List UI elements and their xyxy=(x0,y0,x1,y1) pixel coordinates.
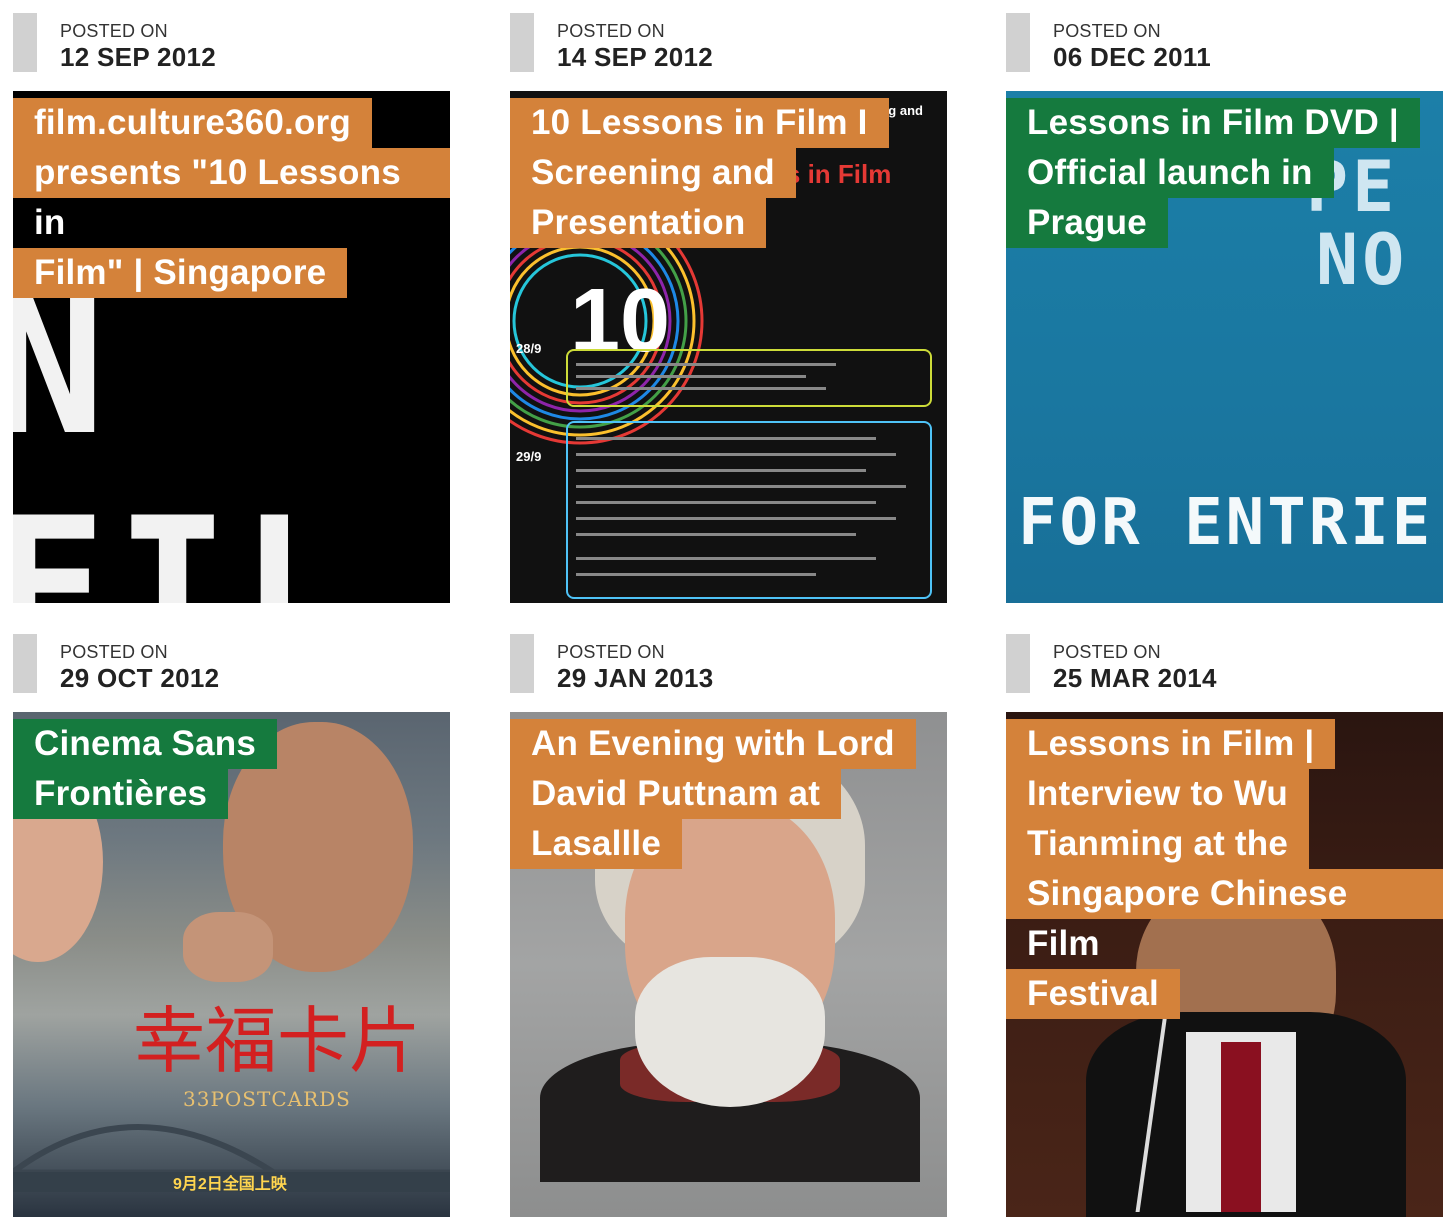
post-card[interactable]: POSTED ON 29 JAN 2013 An Evening with Lo… xyxy=(510,634,947,1217)
poster-text-line xyxy=(576,453,896,456)
post-date: 25 MAR 2014 xyxy=(1053,663,1217,693)
post-card[interactable]: POSTED ON 06 DEC 2011 PE NO FOR ENTRIE L… xyxy=(1006,13,1443,603)
date-accent-bar xyxy=(13,634,37,693)
posted-on-label: POSTED ON xyxy=(60,21,168,41)
post-card[interactable]: POSTED ON 14 SEP 2012 10 360.org and ns … xyxy=(510,13,947,603)
poster-release-text: 9月2日全国上映 xyxy=(173,1176,287,1193)
poster-day-2: 29/9 xyxy=(516,449,542,464)
photo-figure xyxy=(1221,1042,1261,1212)
poster-text-line xyxy=(576,387,826,390)
date-accent-bar xyxy=(13,13,37,72)
post-title-line[interactable]: Prague xyxy=(1006,198,1168,248)
post-thumbnail[interactable]: 10 360.org and ns in Film 28/9 29/9 xyxy=(510,91,947,603)
post-title-line[interactable]: David Puttnam at xyxy=(510,769,842,819)
poster-text-line xyxy=(576,517,896,520)
post-title-line[interactable]: presents "10 Lessons in xyxy=(13,148,450,242)
poster-text-line xyxy=(576,533,856,536)
post-date: 29 JAN 2013 xyxy=(557,663,714,693)
poster-text-line xyxy=(576,557,876,560)
post-card[interactable]: POSTED ON 29 OCT 2012 幸福卡片 33POSTCARDS 9… xyxy=(13,634,450,1217)
post-title-line[interactable]: Festival xyxy=(1006,969,1180,1019)
poster-text-line xyxy=(576,469,866,472)
image-text: N FIL xyxy=(13,256,365,603)
post-title[interactable]: Lessons in Film | Interview to Wu Tianmi… xyxy=(1006,719,1443,1019)
posted-on: POSTED ON 29 JAN 2013 xyxy=(510,634,947,694)
post-title-line[interactable]: Official launch in xyxy=(1006,148,1334,198)
posted-on: POSTED ON 14 SEP 2012 xyxy=(510,13,947,73)
post-title[interactable]: 10 Lessons in Film I Screening and Prese… xyxy=(510,98,889,248)
post-title-line[interactable]: Film" | Singapore xyxy=(13,248,348,298)
post-card[interactable]: POSTED ON 25 MAR 2014 Lessons in Film | … xyxy=(1006,634,1443,1217)
date-accent-bar xyxy=(510,634,534,693)
poster-day-1: 28/9 xyxy=(516,341,542,356)
post-card[interactable]: POSTED ON 12 SEP 2012 N FIL film.culture… xyxy=(13,13,450,603)
post-title-line[interactable]: Tianming at the xyxy=(1006,819,1309,869)
poster-figure xyxy=(183,912,273,982)
post-thumbnail[interactable]: An Evening with Lord David Puttnam at La… xyxy=(510,712,947,1217)
post-title[interactable]: An Evening with Lord David Puttnam at La… xyxy=(510,719,916,869)
banner-text: FOR ENTRIE xyxy=(1018,486,1434,560)
posted-on-label: POSTED ON xyxy=(557,21,665,41)
posts-grid: POSTED ON 12 SEP 2012 N FIL film.culture… xyxy=(0,0,1454,1217)
poster-text-line xyxy=(576,573,816,576)
posted-on-label: POSTED ON xyxy=(557,642,665,662)
post-thumbnail[interactable]: PE NO FOR ENTRIE Lessons in Film DVD | O… xyxy=(1006,91,1443,603)
date-accent-bar xyxy=(510,13,534,72)
post-date: 12 SEP 2012 xyxy=(60,42,217,72)
posted-on: POSTED ON 12 SEP 2012 xyxy=(13,13,450,73)
post-date: 06 DEC 2011 xyxy=(1053,42,1211,72)
post-title[interactable]: Lessons in Film DVD | Official launch in… xyxy=(1006,98,1420,248)
poster-calligraphy: 幸福卡片 xyxy=(133,999,422,1083)
post-title-line[interactable]: film.culture360.org xyxy=(13,98,372,148)
post-date: 29 OCT 2012 xyxy=(60,663,220,693)
poster-schedule-box-1 xyxy=(566,349,932,407)
post-title-line[interactable]: Interview to Wu xyxy=(1006,769,1309,819)
posted-on-label: POSTED ON xyxy=(1053,642,1161,662)
post-title-line[interactable]: Lasallle xyxy=(510,819,683,869)
poster-text-line xyxy=(576,501,876,504)
date-accent-bar xyxy=(1006,13,1030,72)
poster-text-line xyxy=(576,437,876,440)
post-title-line[interactable]: Cinema Sans xyxy=(13,719,278,769)
post-title[interactable]: Cinema Sans Frontières xyxy=(13,719,278,819)
post-title-line[interactable]: Singapore Chinese Film xyxy=(1006,869,1443,963)
poster-text-line xyxy=(576,363,836,366)
portrait-figure xyxy=(635,957,825,1107)
post-title-line[interactable]: Screening and xyxy=(510,148,796,198)
post-thumbnail[interactable]: Lessons in Film | Interview to Wu Tianmi… xyxy=(1006,712,1443,1217)
post-thumbnail[interactable]: N FIL film.culture360.org presents "10 L… xyxy=(13,91,450,603)
posted-on-label: POSTED ON xyxy=(1053,21,1161,41)
post-title-line[interactable]: Presentation xyxy=(510,198,767,248)
poster-text-line xyxy=(576,375,806,378)
poster-subtitle: 33POSTCARDS xyxy=(183,1087,351,1111)
post-title-line[interactable]: An Evening with Lord xyxy=(510,719,916,769)
post-date: 14 SEP 2012 xyxy=(557,42,714,72)
post-title-line[interactable]: Lessons in Film | xyxy=(1006,719,1336,769)
posted-on: POSTED ON 29 OCT 2012 xyxy=(13,634,450,694)
poster-text-line xyxy=(576,485,906,488)
post-title[interactable]: film.culture360.org presents "10 Lessons… xyxy=(13,98,450,298)
posted-on-label: POSTED ON xyxy=(60,642,168,662)
post-title-line[interactable]: Frontières xyxy=(13,769,229,819)
posted-on: POSTED ON 06 DEC 2011 xyxy=(1006,13,1443,73)
posted-on: POSTED ON 25 MAR 2014 xyxy=(1006,634,1443,694)
date-accent-bar xyxy=(1006,634,1030,693)
post-thumbnail[interactable]: 幸福卡片 33POSTCARDS 9月2日全国上映 Cinema Sans Fr… xyxy=(13,712,450,1217)
post-title-line[interactable]: 10 Lessons in Film I xyxy=(510,98,889,148)
post-title-line[interactable]: Lessons in Film DVD | xyxy=(1006,98,1420,148)
